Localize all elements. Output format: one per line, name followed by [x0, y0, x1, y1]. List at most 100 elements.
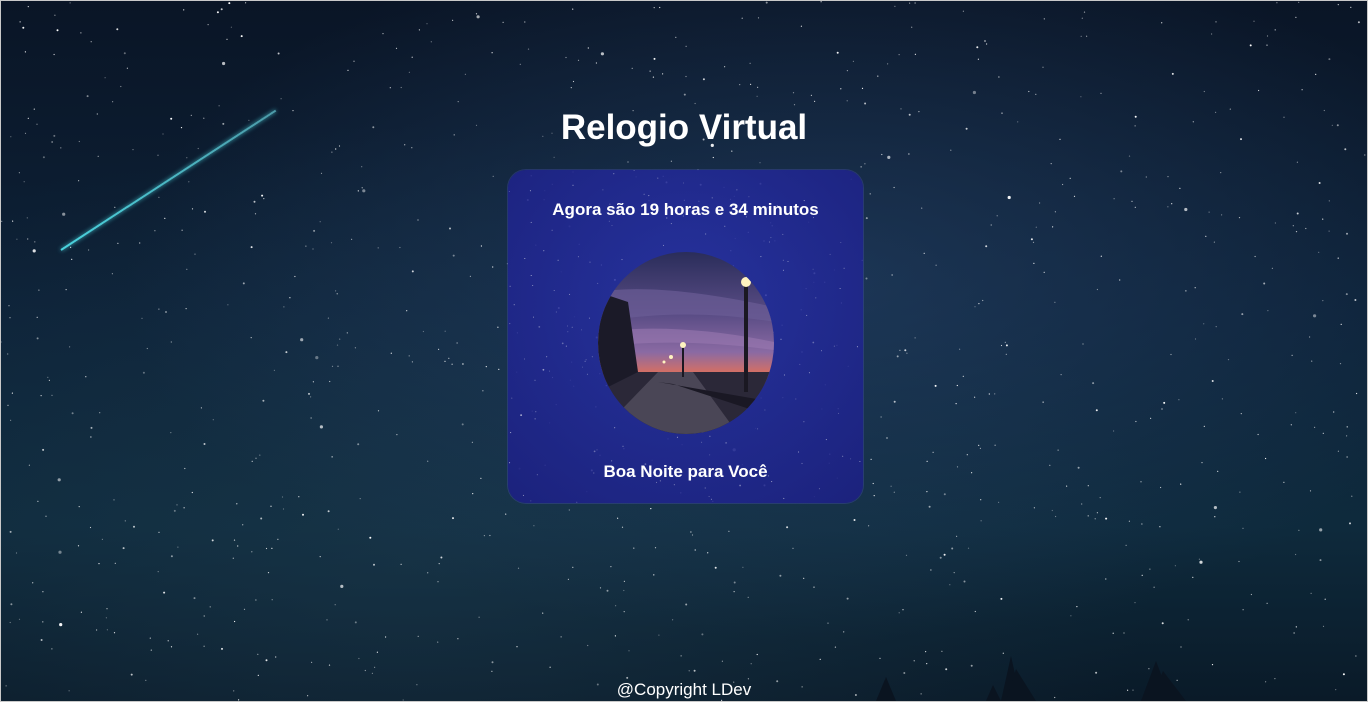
- star: [1069, 177, 1071, 179]
- card-star: [780, 338, 782, 340]
- star: [26, 217, 28, 219]
- star: [972, 90, 977, 95]
- star: [263, 198, 265, 200]
- star: [193, 597, 196, 600]
- star: [146, 347, 148, 350]
- star: [184, 467, 186, 470]
- star: [7, 404, 9, 406]
- star: [1283, 481, 1285, 483]
- star: [980, 520, 982, 522]
- star: [1319, 528, 1323, 532]
- card-star: [709, 454, 711, 456]
- star: [265, 659, 268, 662]
- star: [567, 578, 570, 581]
- star: [898, 612, 900, 614]
- star: [1131, 200, 1133, 202]
- star: [994, 393, 996, 395]
- star: [1215, 326, 1217, 328]
- star: [353, 60, 355, 62]
- star: [626, 676, 629, 679]
- star: [188, 181, 190, 183]
- star: [320, 172, 323, 174]
- card-star: [643, 193, 645, 195]
- star: [980, 499, 982, 501]
- star: [1167, 176, 1169, 178]
- star: [996, 215, 998, 217]
- star: [457, 638, 459, 640]
- star: [1, 220, 3, 222]
- star: [1315, 73, 1317, 75]
- star: [308, 392, 310, 395]
- star: [359, 498, 361, 500]
- star: [1274, 222, 1276, 224]
- star: [305, 245, 307, 247]
- star: [1257, 433, 1259, 436]
- star: [373, 563, 375, 566]
- card-star: [663, 244, 664, 246]
- star: [444, 330, 446, 332]
- star: [114, 206, 116, 208]
- star: [926, 491, 928, 493]
- star: [186, 157, 188, 159]
- star: [212, 419, 214, 421]
- card-star: [783, 497, 785, 499]
- card-star: [529, 190, 531, 192]
- star: [361, 166, 363, 168]
- card-star: [748, 196, 750, 198]
- star: [449, 227, 451, 230]
- star: [1167, 206, 1169, 208]
- star: [40, 395, 42, 397]
- star: [865, 277, 868, 280]
- star: [1051, 509, 1053, 512]
- card-star: [520, 414, 522, 416]
- star: [756, 95, 758, 97]
- star: [1344, 148, 1347, 151]
- star: [943, 493, 946, 496]
- star: [9, 621, 11, 624]
- star: [970, 664, 973, 667]
- star: [451, 363, 453, 365]
- star: [701, 633, 704, 636]
- star: [242, 524, 244, 526]
- star: [1080, 96, 1082, 98]
- star: [1203, 425, 1205, 427]
- star: [765, 1, 768, 4]
- star: [1290, 424, 1292, 426]
- star: [23, 181, 25, 183]
- star: [1185, 290, 1187, 292]
- star: [1293, 632, 1295, 634]
- star: [935, 264, 937, 266]
- star: [399, 246, 401, 249]
- star: [313, 229, 316, 232]
- star: [27, 6, 29, 8]
- star: [1211, 33, 1213, 35]
- star: [18, 618, 21, 620]
- star: [417, 219, 419, 221]
- star: [750, 663, 752, 665]
- star: [1213, 506, 1217, 510]
- card-star: [806, 314, 808, 316]
- star: [80, 611, 82, 613]
- star: [157, 154, 159, 156]
- star: [595, 62, 598, 64]
- star: [275, 656, 277, 658]
- star: [1250, 593, 1252, 596]
- star: [659, 6, 661, 9]
- star: [1140, 481, 1142, 483]
- star: [1033, 507, 1035, 509]
- star: [1305, 227, 1307, 230]
- star: [374, 666, 376, 668]
- star: [69, 2, 71, 4]
- star: [978, 444, 980, 446]
- star: [733, 591, 735, 593]
- star: [77, 545, 80, 547]
- star: [925, 651, 927, 653]
- star: [1266, 44, 1268, 46]
- star: [1295, 626, 1297, 628]
- star: [59, 623, 63, 627]
- star: [42, 156, 45, 159]
- star: [654, 547, 657, 549]
- star: [319, 425, 323, 429]
- star: [122, 547, 125, 550]
- star: [347, 69, 349, 71]
